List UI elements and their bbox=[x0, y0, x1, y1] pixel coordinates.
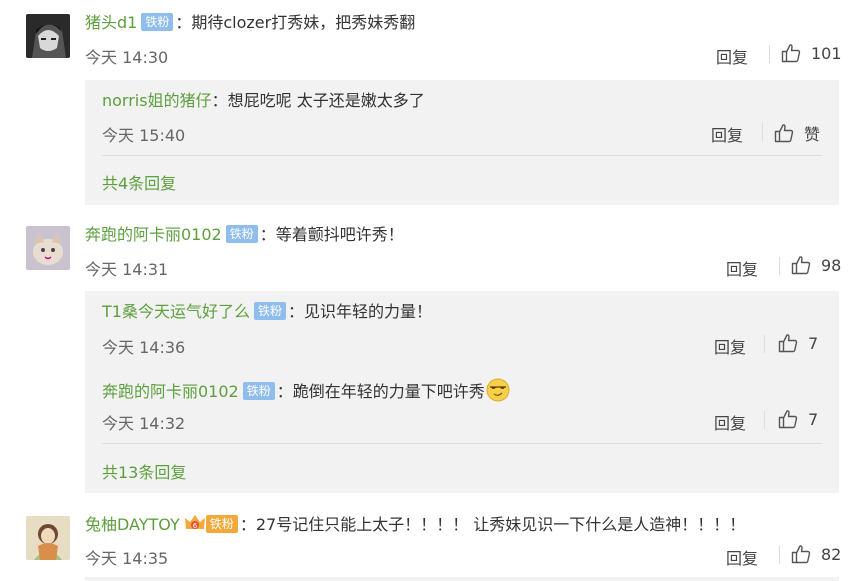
timestamp: 今天 14:35 bbox=[85, 549, 169, 568]
divider bbox=[762, 123, 763, 141]
divider bbox=[102, 155, 822, 156]
username[interactable]: 奔跑的阿卡丽0102 bbox=[102, 382, 239, 401]
username[interactable]: T1桑今天运气好了么 bbox=[102, 302, 250, 321]
fan-badge[interactable]: 铁粉 bbox=[253, 302, 286, 320]
reply-button[interactable]: 回复 bbox=[714, 410, 746, 434]
reply-button[interactable]: 回复 bbox=[726, 256, 758, 280]
username[interactable]: 兔柚DAYTOY bbox=[85, 515, 180, 534]
like-count: 赞 bbox=[804, 125, 821, 144]
colon: ： bbox=[259, 225, 276, 244]
more-replies-link[interactable]: 共13条回复 bbox=[102, 459, 186, 483]
thumbs-up-icon bbox=[778, 410, 798, 429]
username[interactable]: 猪头d1 bbox=[85, 13, 137, 32]
divider bbox=[779, 257, 780, 275]
reply-button[interactable]: 回复 bbox=[726, 545, 758, 569]
colon: ： bbox=[276, 382, 293, 401]
divider bbox=[764, 411, 765, 429]
colon: ： bbox=[239, 515, 256, 534]
like-button[interactable]: 赞 bbox=[774, 121, 820, 145]
avatar[interactable] bbox=[26, 516, 70, 560]
thumbs-up-icon bbox=[791, 256, 811, 275]
divider bbox=[769, 45, 770, 63]
reply-body: 想屁吃呢 太子还是嫩太多了 bbox=[227, 91, 425, 110]
reply-body: 跪倒在年轻的力量下吧许秀 bbox=[292, 382, 485, 401]
comment-text-line: 奔跑的阿卡丽0102 铁粉 ：等着颤抖吧许秀！ bbox=[85, 224, 404, 246]
timestamp: 今天 14:31 bbox=[85, 260, 169, 279]
reply-text-line: 奔跑的阿卡丽0102 铁粉 ：跪倒在年轻的力量下吧许秀 bbox=[102, 378, 510, 403]
reply-button[interactable]: 回复 bbox=[714, 334, 746, 358]
crown-icon: 6 bbox=[184, 515, 205, 530]
thumbs-up-icon bbox=[774, 124, 794, 143]
reply-text-line: T1桑今天运气好了么 铁粉 ：见识年轻的力量！ bbox=[102, 301, 432, 323]
thumbs-up-icon bbox=[791, 545, 811, 564]
divider bbox=[102, 443, 822, 444]
colon: ： bbox=[211, 91, 228, 110]
fan-badge[interactable]: 铁粉 bbox=[141, 13, 174, 31]
reply-body: 见识年轻的力量！ bbox=[304, 302, 433, 321]
replies-box bbox=[85, 577, 839, 581]
reply-button[interactable]: 回复 bbox=[716, 44, 748, 68]
comment-item: 奔跑的阿卡丽0102 铁粉 ：等着颤抖吧许秀！ 今天 14:31 回复 98 T1桑… bbox=[0, 205, 865, 495]
timestamp: 今天 14:36 bbox=[102, 338, 186, 357]
thumbs-up-icon bbox=[781, 44, 801, 63]
divider bbox=[779, 546, 780, 564]
comment-body: 等着颤抖吧许秀！ bbox=[275, 225, 404, 244]
like-button[interactable]: 7 bbox=[778, 409, 818, 429]
replies-box: norris姐的猪仔：想屁吃呢 太子还是嫩太多了 今天 15:40 回复 赞 共… bbox=[85, 80, 839, 205]
divider bbox=[764, 335, 765, 353]
reply-button[interactable]: 回复 bbox=[711, 122, 743, 146]
comment-item: 兔柚DAYTOY 6 铁粉 ：27号记住只能上太子！！！！ 让秀妹见识一下什么是人造神… bbox=[0, 495, 865, 581]
colon: ： bbox=[175, 13, 192, 32]
thumbs-up-icon bbox=[778, 334, 798, 353]
comment-text-line: 兔柚DAYTOY 6 铁粉 ：27号记住只能上太子！！！！ 让秀妹见识一下什么是人造神… bbox=[85, 513, 745, 536]
like-count: 7 bbox=[808, 409, 819, 429]
like-count: 101 bbox=[811, 43, 842, 63]
like-button[interactable]: 101 bbox=[781, 43, 842, 63]
timestamp: 今天 15:40 bbox=[102, 126, 186, 145]
timestamp: 今天 14:30 bbox=[85, 48, 169, 67]
sunglasses-emoji-icon bbox=[486, 378, 510, 402]
comment-body: 期待clozer打秀妹，把秀妹秀翻 bbox=[191, 13, 416, 32]
fan-badge[interactable]: 铁粉 bbox=[242, 382, 275, 400]
username[interactable]: norris姐的猪仔 bbox=[102, 91, 212, 110]
svg-text:6: 6 bbox=[193, 522, 198, 530]
like-count: 7 bbox=[808, 333, 819, 353]
reply-text-line: norris姐的猪仔：想屁吃呢 太子还是嫩太多了 bbox=[102, 90, 425, 112]
like-count: 98 bbox=[821, 255, 842, 275]
avatar[interactable] bbox=[26, 226, 70, 270]
like-button[interactable]: 82 bbox=[791, 544, 841, 564]
avatar[interactable] bbox=[26, 14, 70, 58]
replies-box: T1桑今天运气好了么 铁粉 ：见识年轻的力量！ 今天 14:36 回复 7 奔跑的阿… bbox=[85, 291, 839, 493]
fan-badge[interactable]: 铁粉 bbox=[225, 225, 258, 243]
like-button[interactable]: 98 bbox=[791, 255, 841, 275]
comment-item: 猪头d1 铁粉 ：期待clozer打秀妹，把秀妹秀翻 今天 14:30 回复 101… bbox=[0, 0, 865, 205]
timestamp: 今天 14:32 bbox=[102, 414, 186, 433]
comment-body: 27号记住只能上太子！！！！ 让秀妹见识一下什么是人造神！！！！ bbox=[255, 515, 746, 534]
colon: ： bbox=[287, 302, 304, 321]
username[interactable]: 奔跑的阿卡丽0102 bbox=[85, 225, 222, 244]
like-button[interactable]: 7 bbox=[778, 333, 818, 353]
comment-text-line: 猪头d1 铁粉 ：期待clozer打秀妹，把秀妹秀翻 bbox=[85, 12, 415, 34]
like-count: 82 bbox=[821, 544, 842, 564]
fan-badge[interactable]: 铁粉 bbox=[205, 515, 238, 533]
more-replies-link[interactable]: 共4条回复 bbox=[102, 170, 176, 194]
